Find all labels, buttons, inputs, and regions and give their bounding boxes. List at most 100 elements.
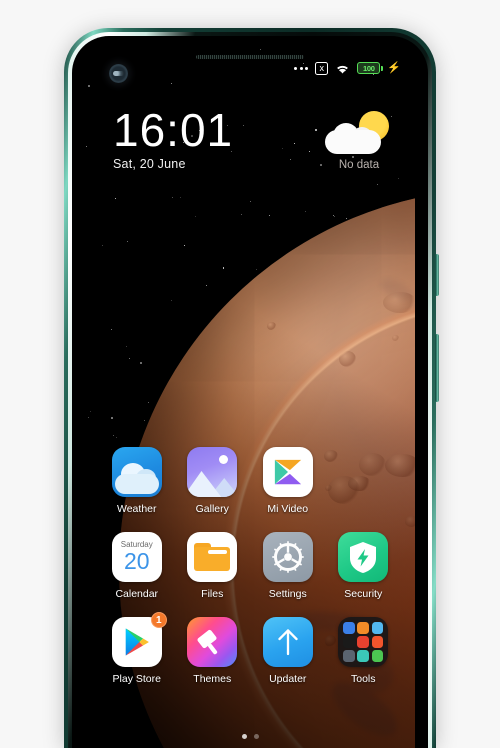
star [171, 300, 172, 301]
app-row: Saturday 20 Calendar Files [99, 532, 401, 600]
clock-time: 16:01 [113, 105, 233, 155]
app-security[interactable]: Security [326, 532, 402, 600]
app-play-store[interactable]: 1 Play Store [99, 617, 175, 685]
page-indicator[interactable] [85, 734, 415, 739]
weather-widget[interactable]: No data [317, 111, 401, 171]
app-label: Play Store [113, 673, 161, 685]
mini-icon-notes [357, 622, 369, 634]
mini-icon-mail [372, 622, 384, 634]
page-dot[interactable] [254, 734, 259, 739]
star [243, 125, 244, 126]
star [241, 214, 242, 215]
star [377, 184, 378, 185]
settings-app-icon[interactable] [263, 532, 313, 582]
star [127, 241, 128, 242]
star [140, 362, 142, 364]
star [269, 215, 270, 216]
app-empty-slot [326, 447, 402, 515]
star [102, 245, 103, 246]
app-label: Weather [117, 503, 157, 515]
mini-icon-contacts [343, 622, 355, 634]
no-sim-label: x [316, 63, 327, 73]
app-files[interactable]: Files [175, 532, 251, 600]
weather-status-label: No data [317, 159, 401, 171]
app-label: Calendar [115, 588, 158, 600]
mini-icon-clock [343, 636, 355, 648]
app-label: Mi Video [267, 503, 308, 515]
phone-screen[interactable]: x 100 ⚡ 16:01 Sat, 20 June [85, 49, 415, 748]
tools-folder-icon[interactable] [338, 617, 388, 667]
mini-icon-recorder [357, 636, 369, 648]
security-app-icon[interactable] [338, 532, 388, 582]
mi-video-app-icon[interactable] [263, 447, 313, 497]
gallery-app-icon[interactable] [187, 447, 237, 497]
app-themes[interactable]: Themes [175, 617, 251, 685]
app-mi-video[interactable]: Mi Video [250, 447, 326, 515]
mini-icon-compass [343, 650, 355, 662]
mini-icon-calculator [372, 650, 384, 662]
star [129, 358, 130, 359]
star [334, 216, 335, 217]
star [290, 159, 291, 160]
star [86, 146, 87, 147]
star [144, 420, 145, 421]
star [195, 216, 196, 217]
no-sim-icon: x [315, 62, 328, 75]
app-updater[interactable]: Updater [250, 617, 326, 685]
star [126, 346, 127, 347]
charging-bolt-icon: ⚡ [387, 63, 401, 74]
ellipsis-icon [294, 67, 308, 70]
app-label: Files [201, 588, 223, 600]
sun-behind-cloud-icon [323, 111, 395, 157]
app-label: Gallery [196, 503, 229, 515]
battery-icon: 100 [357, 62, 380, 74]
star [223, 267, 225, 269]
power-button[interactable] [435, 334, 439, 402]
star [282, 148, 283, 149]
app-tools-folder[interactable]: Tools [326, 617, 402, 685]
app-label: Security [344, 588, 382, 600]
weather-app-icon[interactable] [112, 447, 162, 497]
app-label: Themes [193, 673, 231, 685]
star [172, 197, 173, 198]
files-app-icon[interactable] [187, 532, 237, 582]
calendar-day-number: 20 [124, 549, 150, 573]
app-label: Updater [269, 673, 306, 685]
star [111, 417, 113, 419]
mini-icon-scanner [357, 650, 369, 662]
star [113, 435, 114, 436]
star [90, 411, 91, 412]
app-weather[interactable]: Weather [99, 447, 175, 515]
star [305, 211, 306, 212]
star [398, 178, 399, 179]
app-label: Settings [269, 588, 307, 600]
app-row: 1 Play Store [99, 617, 401, 685]
app-gallery[interactable]: Gallery [175, 447, 251, 515]
clock-date: Sat, 20 June [113, 157, 233, 171]
star [294, 143, 295, 144]
play-store-app-icon[interactable]: 1 [112, 617, 162, 667]
updater-app-icon[interactable] [263, 617, 313, 667]
star [256, 269, 257, 270]
app-label: Tools [351, 673, 376, 685]
app-calendar[interactable]: Saturday 20 Calendar [99, 532, 175, 600]
star [250, 201, 251, 202]
star [184, 245, 185, 246]
clock-widget[interactable]: 16:01 Sat, 20 June [113, 105, 233, 171]
star [206, 285, 207, 286]
page-dot[interactable] [242, 734, 247, 739]
star [309, 151, 310, 152]
notification-badge: 1 [151, 612, 167, 628]
app-settings[interactable]: Settings [250, 532, 326, 600]
star [111, 329, 112, 330]
star [88, 417, 89, 418]
volume-button[interactable] [435, 254, 439, 296]
battery-level-label: 100 [363, 64, 375, 73]
phone-bezel: x 100 ⚡ 16:01 Sat, 20 June [72, 36, 428, 748]
calendar-app-icon[interactable]: Saturday 20 [112, 532, 162, 582]
status-bar: x 100 ⚡ [85, 49, 415, 87]
star [115, 198, 116, 199]
themes-app-icon[interactable] [187, 617, 237, 667]
cloud-icon [325, 123, 381, 154]
app-grid: Weather Gallery [85, 447, 415, 702]
